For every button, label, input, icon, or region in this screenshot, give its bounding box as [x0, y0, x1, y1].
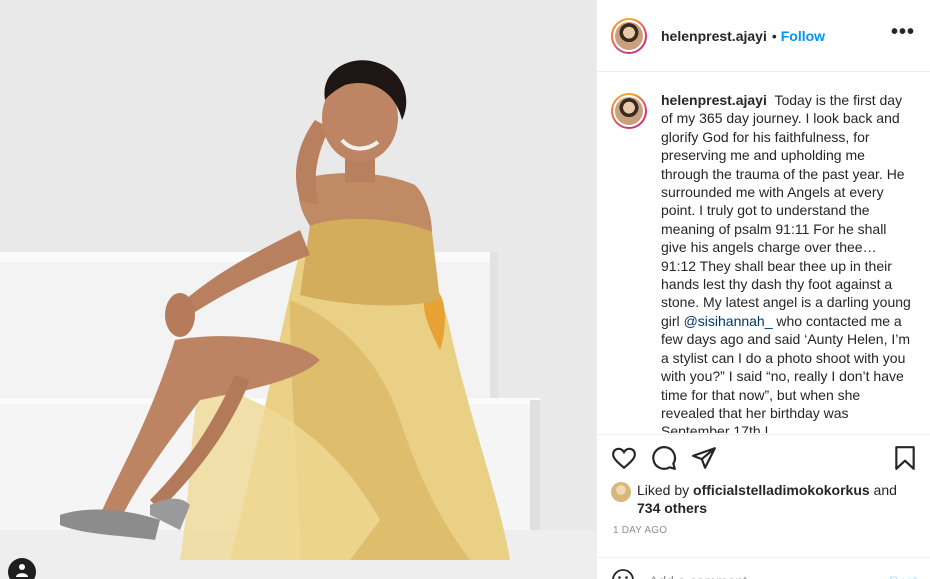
caption-username[interactable]: helenprest.ajayi — [661, 92, 767, 108]
heart-icon[interactable] — [611, 445, 637, 471]
caption-text-continued: who contacted me a few days ago and said… — [661, 312, 911, 433]
header-dot-separator: • — [771, 27, 777, 44]
liker-avatar[interactable] — [611, 482, 631, 502]
author-avatar[interactable] — [611, 17, 647, 54]
action-icon-row — [611, 445, 917, 475]
liked-by-and: and — [873, 482, 897, 498]
caption-mention-link[interactable]: @sisihannah_ — [684, 313, 773, 329]
caption-text: Today is the first day of my 365 day jou… — [661, 92, 911, 329]
liked-by-prefix: Liked by — [637, 482, 690, 498]
tagged-users-button[interactable] — [8, 558, 36, 579]
smiley-icon[interactable] — [611, 568, 635, 579]
post-timestamp[interactable]: 1 DAY AGO — [613, 525, 667, 536]
liked-by-others[interactable]: 734 others — [637, 500, 707, 516]
follow-button[interactable]: Follow — [781, 28, 825, 44]
caption-author-avatar[interactable] — [611, 93, 647, 129]
post-comment-button[interactable]: Post — [889, 568, 917, 579]
post-header: helenprest.ajayi • Follow ••• — [597, 0, 930, 72]
comments-section[interactable]: helenprest.ajayi Today is the first day … — [597, 73, 930, 433]
post-actions: Liked by officialstelladimokokorkus and … — [597, 434, 930, 579]
post-photo[interactable] — [0, 0, 596, 579]
paper-plane-icon[interactable] — [691, 445, 717, 471]
post-caption: helenprest.ajayi Today is the first day … — [661, 91, 913, 433]
liked-by-user[interactable]: officialstelladimokokorkus — [693, 482, 870, 498]
comment-input[interactable] — [649, 568, 859, 579]
add-comment-bar: Post — [597, 557, 930, 579]
bookmark-icon[interactable] — [893, 445, 917, 471]
post-side-panel: helenprest.ajayi • Follow ••• helenprest… — [596, 0, 930, 579]
photo-illustration — [0, 0, 596, 579]
likes-summary: Liked by officialstelladimokokorkus and … — [611, 481, 907, 517]
more-options-icon[interactable]: ••• — [891, 22, 915, 42]
user-tag-icon — [16, 564, 28, 577]
comment-icon[interactable] — [651, 445, 677, 471]
author-username[interactable]: helenprest.ajayi — [661, 28, 767, 44]
